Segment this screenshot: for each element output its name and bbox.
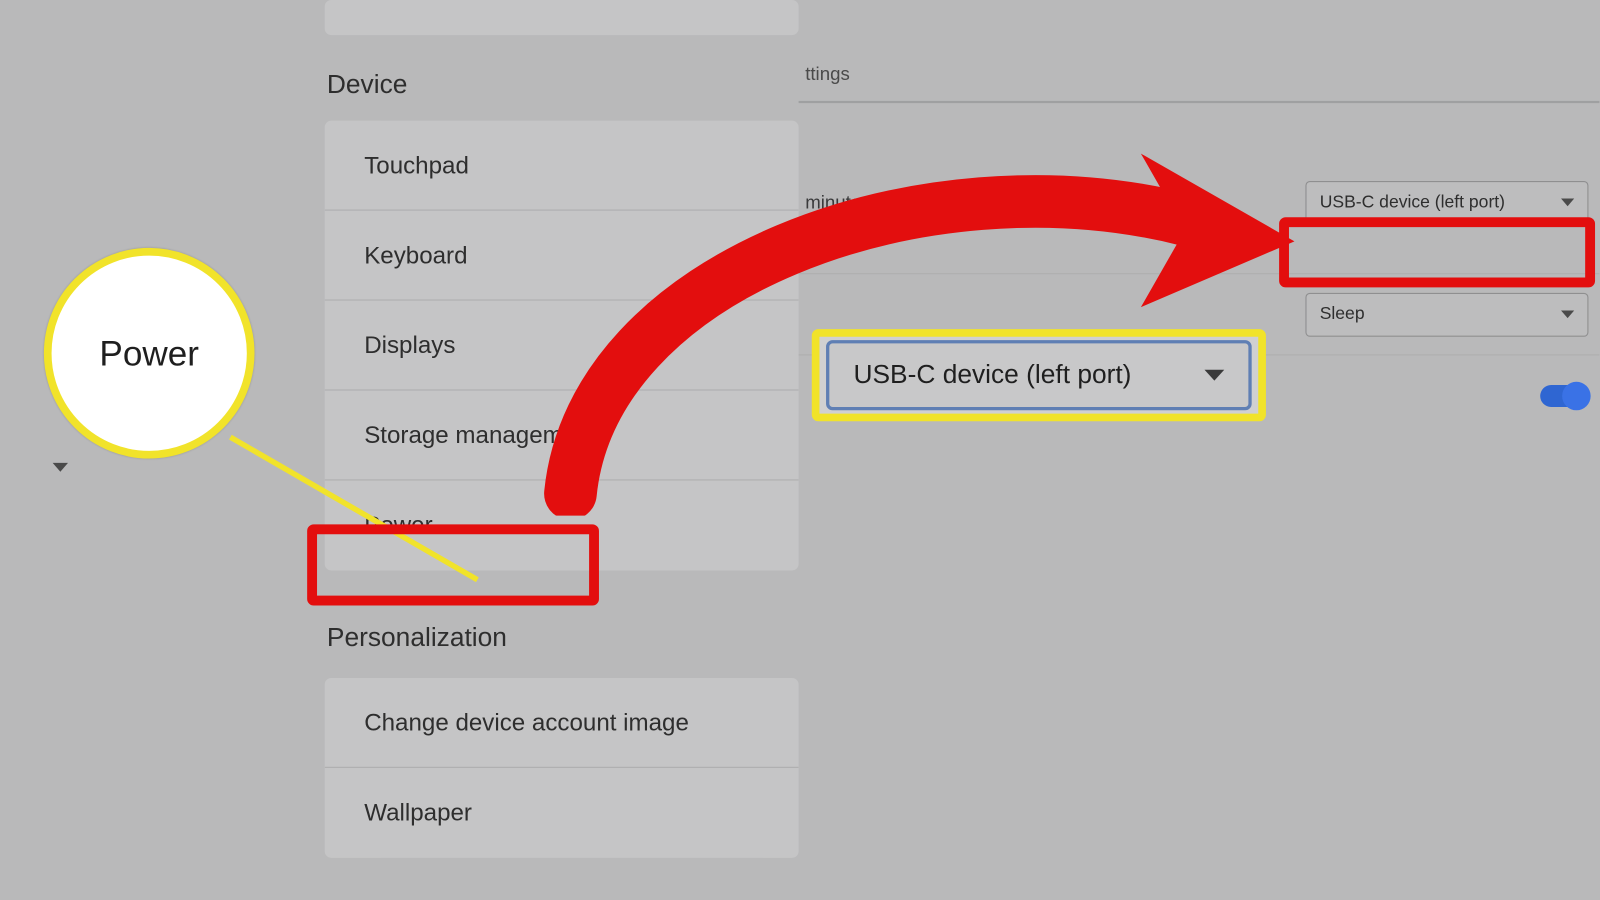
chevron-down-icon <box>1561 199 1574 207</box>
device-list: Touchpad Keyboard Displays Storage manag… <box>325 121 799 571</box>
settings-card-placeholder <box>325 0 799 35</box>
idle-action-dropdown-value: Sleep <box>1320 304 1365 324</box>
chevron-down-icon <box>53 463 68 472</box>
annotation-dropdown-callout-value: USB-C device (left port) <box>853 360 1131 391</box>
breadcrumb-text: ttings <box>805 64 850 86</box>
battery-status-label: minutes left <box>805 191 900 213</box>
idle-action-dropdown[interactable]: Sleep <box>1305 292 1588 336</box>
device-item-storage[interactable]: Storage management <box>325 391 799 481</box>
power-row-source: minutes left USB-C device (left port) <box>799 132 1600 275</box>
annotation-circle-label: Power <box>99 333 199 374</box>
personalization-item-account-image[interactable]: Change device account image <box>325 678 799 768</box>
section-title-personalization: Personalization <box>327 623 799 654</box>
sleep-toggle[interactable] <box>1540 385 1588 407</box>
personalization-list: Change device account image Wallpaper <box>325 678 799 858</box>
chevron-down-icon <box>1205 370 1225 381</box>
chevron-down-icon <box>1561 310 1574 318</box>
breadcrumb: ttings <box>799 48 1600 103</box>
personalization-item-wallpaper[interactable]: Wallpaper <box>325 768 799 858</box>
device-item-power[interactable]: Power <box>325 480 799 570</box>
power-source-dropdown-value: USB-C device (left port) <box>1320 193 1505 213</box>
device-item-keyboard[interactable]: Keyboard <box>325 211 799 301</box>
power-source-dropdown[interactable]: USB-C device (left port) <box>1305 180 1588 224</box>
settings-left-panel: Device Touchpad Keyboard Displays Storag… <box>325 0 799 858</box>
annotation-dropdown-callout-inner: USB-C device (left port) <box>826 340 1252 410</box>
section-title-device: Device <box>327 70 799 101</box>
annotation-dropdown-callout: USB-C device (left port) <box>812 329 1266 421</box>
device-item-displays[interactable]: Displays <box>325 301 799 391</box>
annotation-circle: Power <box>44 248 255 459</box>
device-item-touchpad[interactable]: Touchpad <box>325 121 799 211</box>
